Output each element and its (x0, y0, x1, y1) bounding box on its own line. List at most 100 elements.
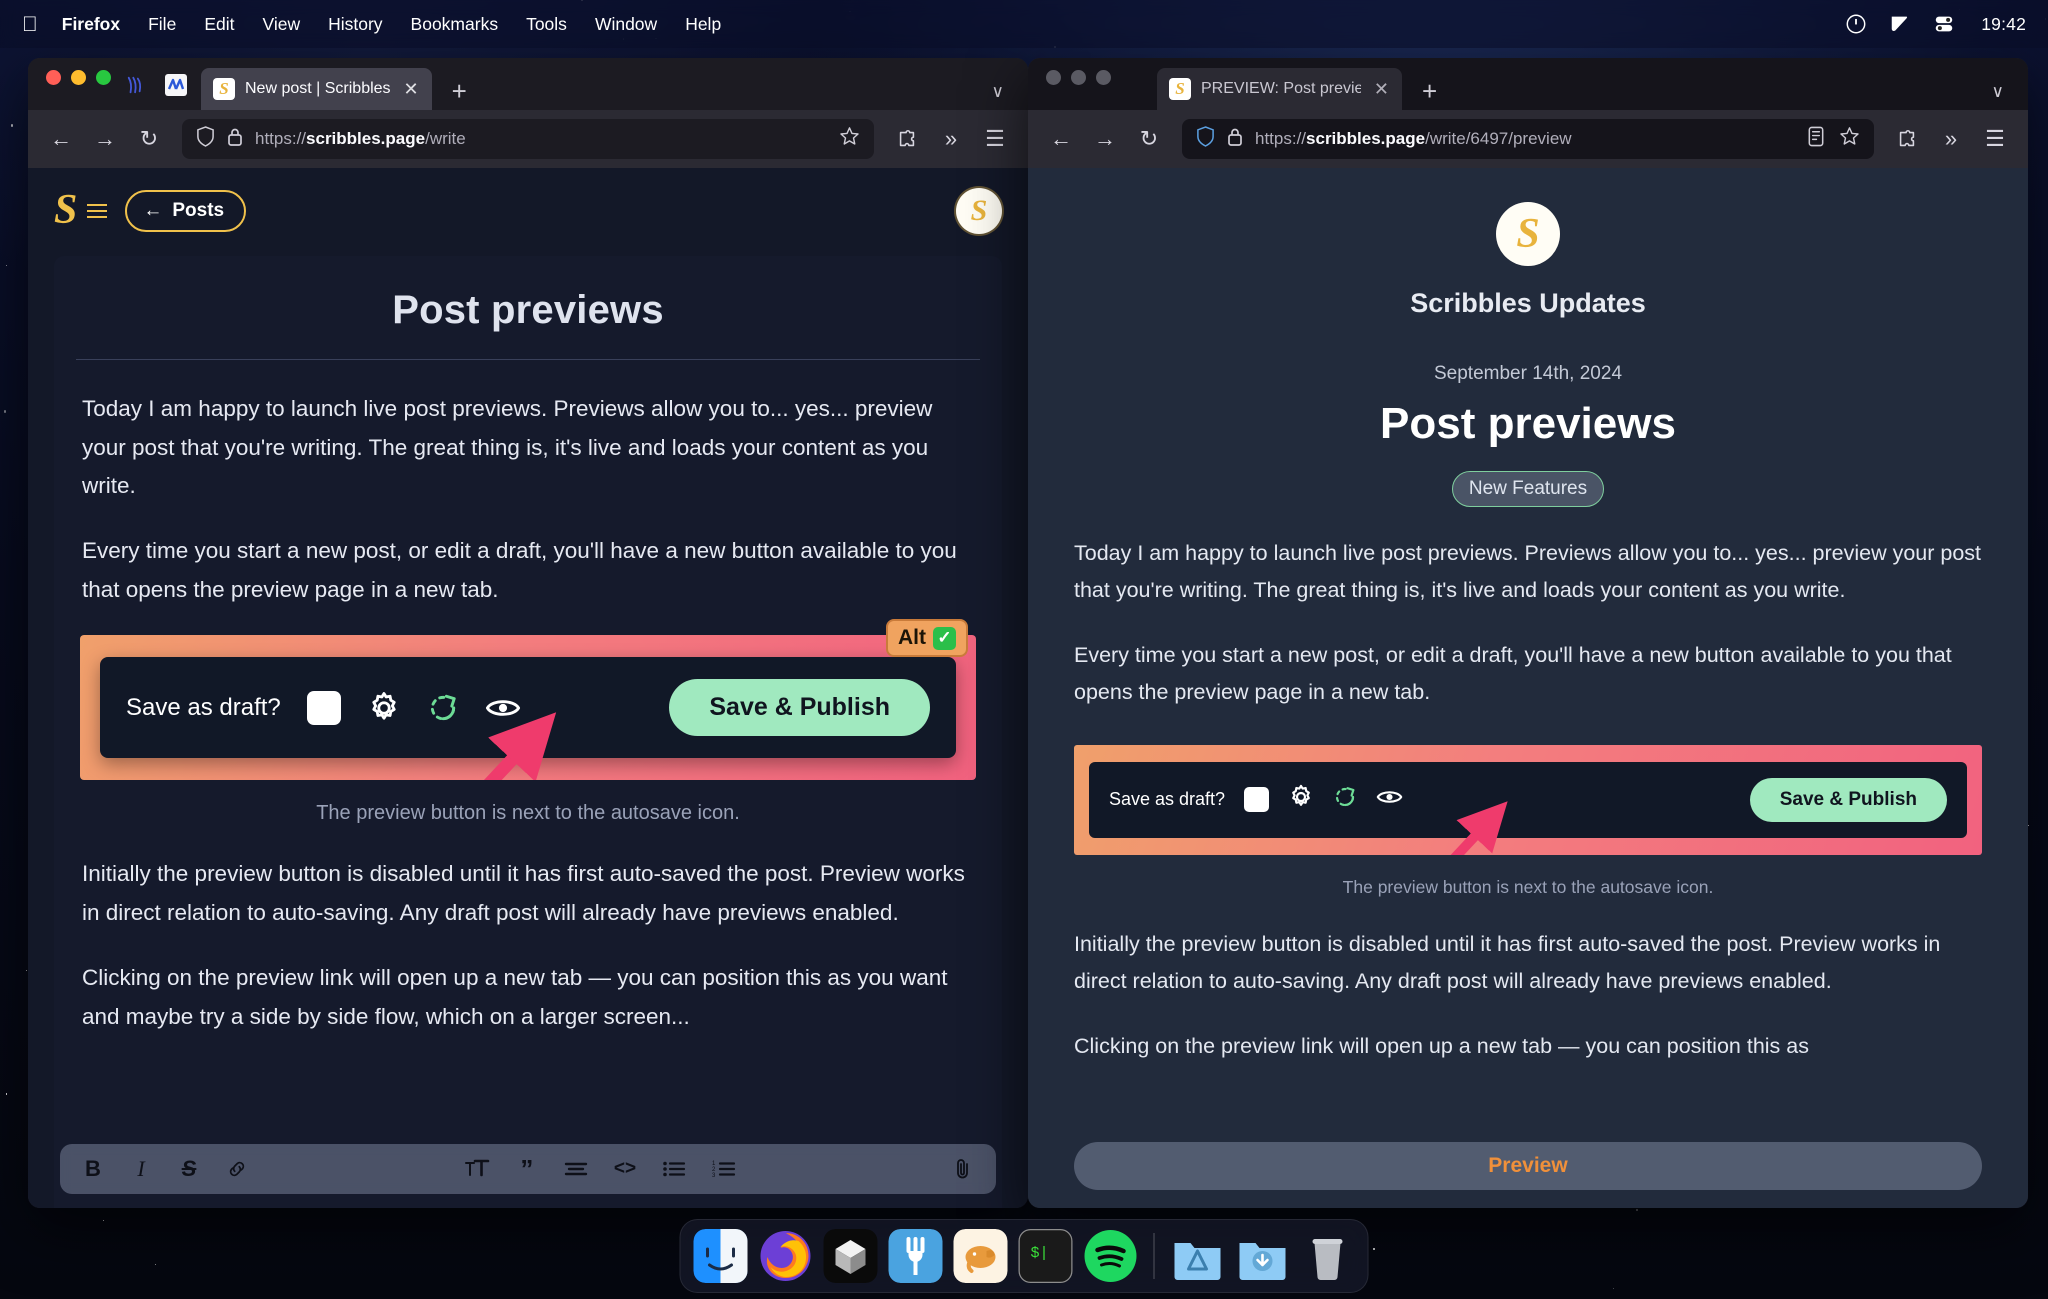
preview-floating-button[interactable]: Preview (1074, 1142, 1982, 1190)
extension-icon[interactable] (161, 70, 191, 100)
address-bar[interactable]: https://scribbles.page/write (182, 119, 874, 159)
app-menu-button[interactable]: ☰ (976, 120, 1014, 158)
dock-item-elephant-app[interactable] (953, 1229, 1008, 1283)
dock-item-finder[interactable] (693, 1229, 748, 1283)
shield-icon[interactable] (1196, 126, 1215, 152)
alt-text-badge[interactable]: Alt ✓ (886, 619, 968, 658)
minimize-window-button-right[interactable] (1071, 69, 1086, 85)
gear-icon (367, 691, 401, 725)
menu-view[interactable]: View (262, 14, 300, 35)
reload-button[interactable]: ↻ (1130, 120, 1168, 158)
menu-firefox[interactable]: Firefox (62, 14, 120, 35)
pocket-icon[interactable] (121, 70, 151, 100)
text-size-icon[interactable] (464, 1158, 490, 1180)
editor-paragraph-4[interactable]: Clicking on the preview link will open u… (54, 959, 1002, 1036)
firefox-window-preview[interactable]: S PREVIEW: Post previews | Scribb ✕ + ∨ … (1028, 58, 2028, 1208)
editor-paragraph-2[interactable]: Every time you start a new post, or edit… (54, 532, 1002, 609)
align-icon[interactable] (564, 1160, 588, 1178)
menu-window[interactable]: Window (595, 14, 657, 35)
attachment-icon[interactable] (952, 1157, 974, 1181)
new-tab-button[interactable]: + (1412, 78, 1447, 104)
menu-tools[interactable]: Tools (526, 14, 567, 35)
star (154, 1263, 156, 1265)
new-tab-button[interactable]: + (442, 78, 477, 104)
address-bar[interactable]: https://scribbles.page/write/6497/previe… (1182, 119, 1874, 159)
window-controls-right[interactable] (1046, 58, 1111, 110)
close-window-button[interactable] (46, 69, 61, 85)
preview-scroll-area: S Scribbles Updates September 14th, 2024… (1028, 168, 2028, 1208)
image-caption[interactable]: The preview button is next to the autosa… (54, 780, 1002, 855)
svg-text:$|: $| (1031, 1245, 1049, 1262)
numbered-list-icon[interactable]: 123 (712, 1160, 736, 1178)
close-icon[interactable]: ✕ (1371, 80, 1392, 98)
bullet-list-icon[interactable] (662, 1160, 686, 1178)
dock-item-terminal[interactable]: $| (1018, 1229, 1073, 1283)
autosave-spinner-icon (427, 692, 459, 724)
browser-tab-preview[interactable]: S PREVIEW: Post previews | Scribb ✕ (1157, 68, 1402, 110)
reload-button[interactable]: ↻ (130, 120, 168, 158)
overflow-menu-button[interactable]: » (1932, 120, 1970, 158)
menu-bookmarks[interactable]: Bookmarks (411, 14, 499, 35)
star-icon[interactable] (1839, 126, 1860, 152)
italic-icon[interactable]: I (130, 1156, 152, 1182)
link-icon[interactable] (226, 1158, 248, 1180)
code-icon[interactable]: <> (614, 1158, 636, 1180)
url-text: https://scribbles.page/write (255, 129, 466, 148)
editor-paragraph-1[interactable]: Today I am happy to launch live post pre… (54, 390, 1002, 506)
menu-edit[interactable]: Edit (204, 14, 234, 35)
strikethrough-icon[interactable]: S (178, 1156, 200, 1182)
reader-view-icon[interactable] (1807, 126, 1825, 152)
dock-item-downloads-folder[interactable] (1236, 1229, 1290, 1283)
close-icon[interactable]: ✕ (401, 80, 422, 98)
dock-item-trash[interactable] (1301, 1229, 1355, 1283)
close-window-button-right[interactable] (1046, 69, 1061, 85)
editor-paragraph-3[interactable]: Initially the preview button is disabled… (54, 855, 1002, 932)
dock-item-fork[interactable] (888, 1229, 943, 1283)
app-menu-button[interactable]: ☰ (1976, 120, 2014, 158)
menu-help[interactable]: Help (685, 14, 721, 35)
menu-file[interactable]: File (148, 14, 176, 35)
star-icon[interactable] (839, 126, 860, 152)
overflow-menu-button[interactable]: » (932, 120, 970, 158)
puzzle-icon[interactable] (888, 120, 926, 158)
left-titlebar: S New post | Scribbles ✕ + ∨ (28, 58, 1028, 110)
control-center-icon[interactable] (1933, 13, 1955, 35)
post-tag-badge[interactable]: New Features (1451, 471, 1605, 507)
do-not-disturb-icon[interactable] (1845, 13, 1867, 35)
shield-icon[interactable] (196, 126, 215, 152)
browser-tab-new-post[interactable]: S New post | Scribbles ✕ (201, 68, 432, 110)
dock-item-applications-folder[interactable] (1171, 1229, 1225, 1283)
display-icon[interactable] (1889, 13, 1911, 35)
site-logo[interactable]: S (1496, 202, 1560, 266)
right-titlebar: S PREVIEW: Post previews | Scribb ✕ + ∨ (1028, 58, 2028, 110)
bold-icon[interactable]: B (82, 1156, 104, 1182)
post-date: September 14th, 2024 (1433, 363, 1623, 384)
puzzle-icon[interactable] (1888, 120, 1926, 158)
apple-icon[interactable]:  (22, 14, 38, 35)
menu-history[interactable]: History (328, 14, 382, 35)
firefox-window-editor[interactable]: S New post | Scribbles ✕ + ∨ ← → ↻ https… (28, 58, 1028, 1208)
forward-button[interactable]: → (1086, 120, 1124, 158)
scribbles-logo[interactable]: S (54, 189, 77, 231)
window-controls[interactable] (46, 58, 111, 110)
maximize-window-button[interactable] (96, 69, 111, 85)
preview-embedded-screenshot: Save as draft? Save & Publish (1074, 744, 1982, 855)
page-title[interactable]: Post previews (54, 282, 1002, 359)
dock-item-spotify[interactable] (1084, 1229, 1138, 1283)
back-button[interactable]: ← (1042, 120, 1080, 158)
maximize-window-button-right[interactable] (1096, 69, 1111, 85)
svg-text:3: 3 (712, 1173, 716, 1178)
avatar[interactable]: S (956, 188, 1002, 234)
embedded-image-wrapper[interactable]: Alt ✓ Save as draft? Save & Publish (54, 619, 1002, 781)
posts-back-button[interactable]: ← Posts (125, 190, 247, 232)
formatting-toolbar[interactable]: B I S ” <> 123 (60, 1144, 996, 1194)
dock-item-firefox[interactable] (759, 1229, 813, 1283)
chevron-down-icon[interactable]: ∨ (1980, 82, 2016, 102)
back-button[interactable]: ← (42, 120, 80, 158)
lock-icon (227, 127, 243, 152)
dock-item-cube-app[interactable] (823, 1229, 878, 1283)
forward-button[interactable]: → (86, 120, 124, 158)
chevron-down-icon[interactable]: ∨ (980, 82, 1016, 102)
hamburger-icon[interactable] (87, 204, 108, 218)
minimize-window-button[interactable] (71, 69, 86, 85)
